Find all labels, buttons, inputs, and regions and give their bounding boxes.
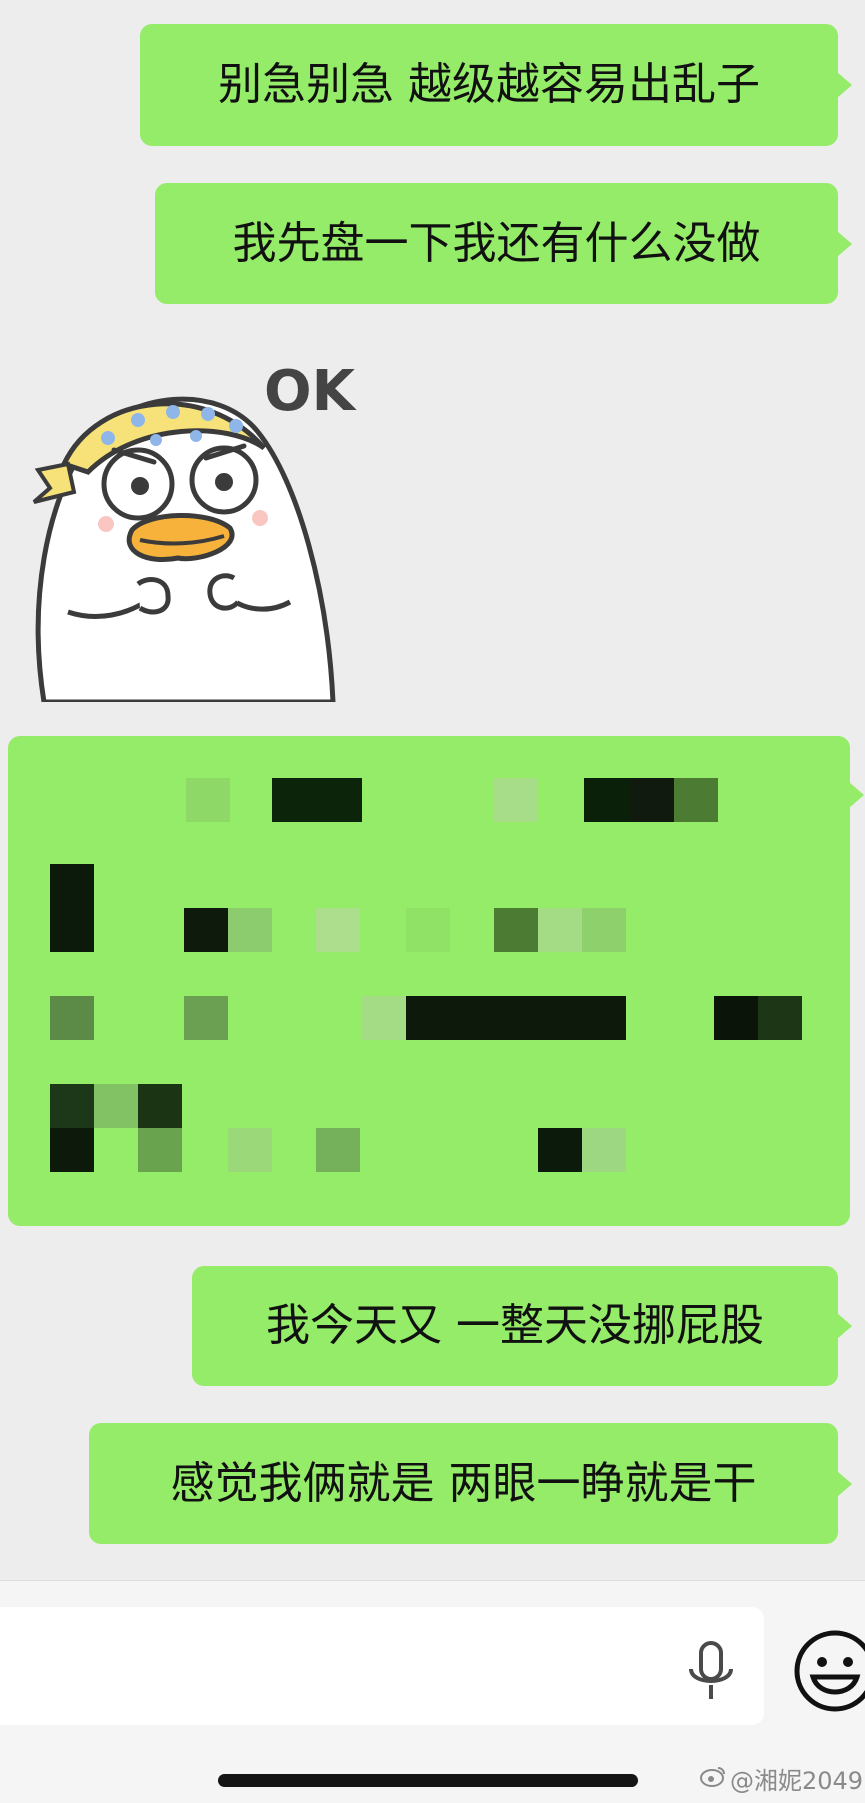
outgoing-message-bubble[interactable]: 我先盘一下我还有什么没做 — [155, 183, 852, 304]
microphone-icon[interactable] — [686, 1641, 736, 1703]
outgoing-message-bubble[interactable]: 感觉我俩就是 两眼一睁就是干 — [89, 1423, 852, 1544]
message-text: 我先盘一下我还有什么没做 — [232, 217, 761, 269]
chat-input-bar: @湘妮2049 — [0, 1580, 865, 1803]
outgoing-message-bubble[interactable]: 我今天又 一整天没挪屁股 — [192, 1266, 852, 1386]
message-text: 别急别急 越级越容易出乱子 — [218, 59, 760, 110]
bubble-tail — [837, 1313, 852, 1339]
duck-sticker-image: OK — [32, 359, 358, 705]
message-input[interactable] — [0, 1607, 764, 1725]
pixelated-content — [50, 778, 802, 1172]
duck-ok-sticker[interactable]: OK — [28, 352, 368, 705]
watermark: @湘妮2049 — [700, 1761, 863, 1796]
outgoing-message-bubble[interactable]: 别急别急 越级越容易出乱子 — [140, 24, 852, 146]
emoji-smile-icon[interactable] — [793, 1629, 865, 1713]
home-indicator[interactable] — [218, 1774, 638, 1787]
watermark-text: @湘妮2049 — [730, 1767, 864, 1795]
sticker-caption: OK — [264, 359, 358, 424]
redacted-message-bubble[interactable] — [8, 736, 864, 1226]
message-text: 我今天又 一整天没挪屁股 — [266, 1300, 764, 1351]
weibo-icon — [700, 1765, 726, 1793]
bubble-tail — [837, 1470, 852, 1497]
bubble-tail — [837, 72, 852, 98]
bubble-tail — [849, 782, 864, 808]
bubble-tail — [837, 230, 852, 257]
message-text: 感觉我俩就是 两眼一睁就是干 — [170, 1457, 757, 1509]
